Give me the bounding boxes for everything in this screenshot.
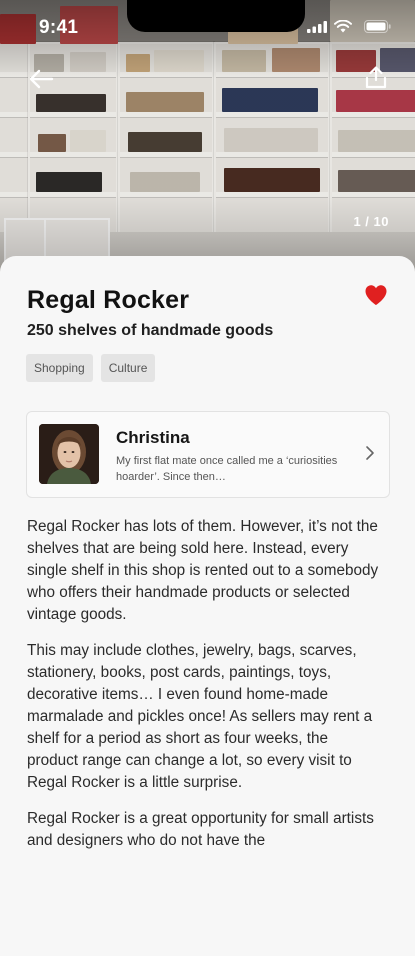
description-paragraph: Regal Rocker is a great opportunity for …	[27, 810, 374, 849]
place-title: Regal Rocker	[27, 286, 190, 314]
heart-icon[interactable]	[364, 284, 388, 306]
author-photo	[39, 424, 99, 484]
back-button[interactable]	[24, 62, 58, 96]
share-button[interactable]	[359, 60, 393, 94]
wifi-icon	[334, 20, 352, 33]
author-card[interactable]: Christina My first flat mate once called…	[26, 411, 390, 498]
tag-shopping[interactable]: Shopping	[26, 354, 93, 382]
camera-notch	[127, 0, 305, 32]
tag-list: Shopping Culture	[26, 354, 156, 382]
cellular-signal-icon	[307, 21, 327, 33]
description-paragraph: Regal Rocker has lots of them. However, …	[27, 518, 379, 623]
avatar	[39, 424, 99, 484]
battery-icon	[364, 20, 391, 33]
image-counter: 1 / 10	[353, 214, 389, 229]
arrow-left-icon	[29, 69, 54, 89]
status-time: 9:41	[39, 17, 79, 38]
details-sheet: Regal Rocker 250 shelves of handmade goo…	[0, 256, 415, 956]
status-bar: 9:41	[0, 0, 415, 56]
place-subtitle: 250 shelves of handmade goods	[27, 322, 274, 339]
tag-culture[interactable]: Culture	[100, 354, 156, 382]
description-paragraph: This may include clothes, jewelry, bags,…	[27, 642, 373, 791]
chevron-right-icon	[366, 446, 374, 460]
share-icon	[365, 66, 387, 89]
author-snippet: My first flat mate once called me a ‘cur…	[116, 455, 338, 483]
author-name: Christina	[116, 428, 190, 447]
description: Regal Rocker has lots of them. However, …	[27, 516, 382, 866]
